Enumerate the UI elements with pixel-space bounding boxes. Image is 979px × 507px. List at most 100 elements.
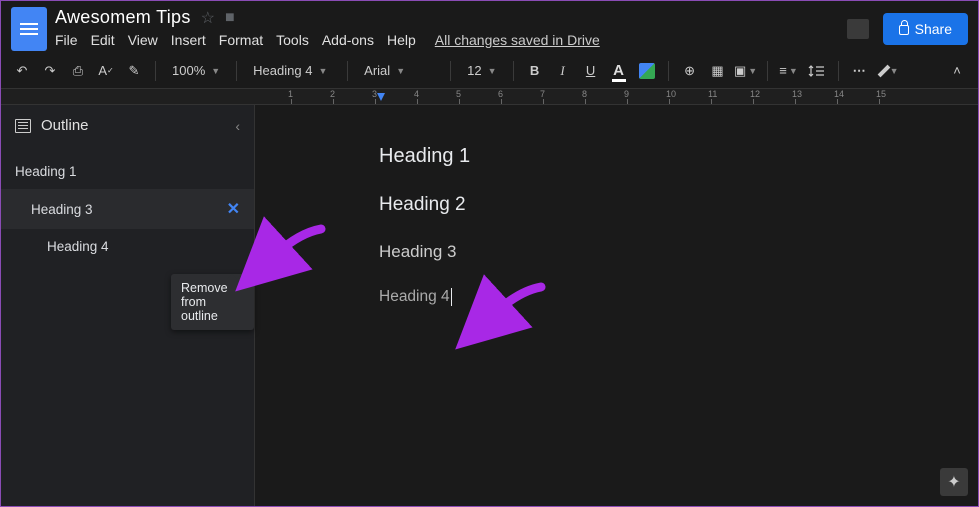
document-page[interactable]: Heading 1 Heading 2 Heading 3 Heading 4 bbox=[379, 145, 879, 332]
highlight-button[interactable] bbox=[636, 60, 658, 82]
outline-item-label: Heading 3 bbox=[31, 202, 93, 217]
ruler-tick-label: 13 bbox=[792, 89, 802, 99]
font-size-dropdown[interactable]: 12 ▼ bbox=[461, 61, 502, 80]
separator bbox=[838, 61, 839, 81]
title-column: Awesomem Tips ☆ ■ File Edit View Insert … bbox=[55, 7, 847, 48]
style-value: Heading 4 bbox=[253, 63, 312, 78]
undo-button[interactable]: ↶ bbox=[11, 60, 33, 82]
ruler-tick-label: 4 bbox=[414, 89, 419, 99]
heading-1[interactable]: Heading 1 bbox=[379, 145, 879, 168]
ruler-tick-label: 3 bbox=[372, 89, 377, 99]
separator bbox=[347, 61, 348, 81]
spellcheck-button[interactable]: A✓ bbox=[95, 60, 117, 82]
separator bbox=[668, 61, 669, 81]
outline-icon bbox=[15, 119, 31, 133]
menu-tools[interactable]: Tools bbox=[276, 32, 309, 48]
explore-button[interactable]: ✦ bbox=[940, 468, 968, 496]
remove-from-outline-button[interactable]: ✕ bbox=[227, 199, 240, 219]
menu-help[interactable]: Help bbox=[387, 32, 416, 48]
zoom-dropdown[interactable]: 100% ▼ bbox=[166, 61, 226, 80]
more-button[interactable]: ⋯ bbox=[849, 60, 871, 82]
tooltip: Remove from outline bbox=[171, 274, 254, 330]
annotation-arrow-icon bbox=[483, 281, 545, 325]
menu-insert[interactable]: Insert bbox=[171, 32, 206, 48]
editing-mode-button[interactable]: ▼ bbox=[877, 60, 899, 82]
italic-button[interactable]: I bbox=[552, 60, 574, 82]
insert-comment-button[interactable]: ▦ bbox=[707, 60, 729, 82]
collapse-outline-button[interactable]: ‹ bbox=[235, 118, 240, 134]
font-value: Arial bbox=[364, 63, 390, 78]
docs-logo-icon[interactable] bbox=[11, 7, 47, 51]
ruler-tick-label: 12 bbox=[750, 89, 760, 99]
expand-up-button[interactable]: ˄ bbox=[946, 60, 968, 82]
ruler-tick-label: 5 bbox=[456, 89, 461, 99]
style-dropdown[interactable]: Heading 4 ▼ bbox=[247, 61, 337, 80]
outline-list: Heading 1 Heading 3 ✕ Heading 4 bbox=[1, 146, 254, 264]
outline-header: Outline ‹ bbox=[1, 105, 254, 146]
toolbar: ↶ ↷ ⎙ A✓ ✎ 100% ▼ Heading 4 ▼ Arial ▼ 12 ▼ B… bbox=[1, 53, 978, 89]
outline-title: Outline bbox=[41, 117, 89, 134]
folder-icon[interactable]: ■ bbox=[225, 9, 235, 27]
star-icon[interactable]: ☆ bbox=[201, 8, 215, 28]
menu-edit[interactable]: Edit bbox=[91, 32, 115, 48]
outline-panel: Outline ‹ Heading 1 Heading 3 ✕ Heading … bbox=[1, 105, 255, 506]
insert-image-button[interactable]: ▣▼ bbox=[735, 60, 757, 82]
ruler-tick-label: 14 bbox=[834, 89, 844, 99]
comments-icon[interactable] bbox=[847, 19, 869, 39]
chevron-down-icon: ▼ bbox=[211, 66, 220, 76]
separator bbox=[450, 61, 451, 81]
font-size-value: 12 bbox=[467, 63, 481, 78]
chevron-down-icon: ▼ bbox=[318, 66, 327, 76]
underline-button[interactable]: U bbox=[580, 60, 602, 82]
ruler-tick-label: 15 bbox=[876, 89, 886, 99]
redo-button[interactable]: ↷ bbox=[39, 60, 61, 82]
document-area[interactable]: Heading 1 Heading 2 Heading 3 Heading 4 bbox=[255, 105, 978, 506]
ruler-tick-label: 8 bbox=[582, 89, 587, 99]
menu-format[interactable]: Format bbox=[219, 32, 263, 48]
lock-icon bbox=[899, 25, 909, 35]
annotation-arrow-icon bbox=[263, 223, 325, 267]
title-bar: Awesomem Tips ☆ ■ File Edit View Insert … bbox=[1, 1, 978, 53]
ruler[interactable]: 1 2 3 4 5 6 7 8 9 10 11 12 13 14 15 bbox=[1, 89, 978, 105]
ruler-tick-label: 11 bbox=[708, 89, 717, 99]
ruler-tick-label: 1 bbox=[288, 89, 293, 99]
menu-bar: File Edit View Insert Format Tools Add-o… bbox=[55, 32, 847, 48]
ruler-tick-label: 2 bbox=[330, 89, 335, 99]
separator bbox=[236, 61, 237, 81]
print-button[interactable]: ⎙ bbox=[67, 60, 89, 82]
share-button[interactable]: Share bbox=[883, 13, 968, 45]
outline-item-label: Heading 4 bbox=[47, 239, 109, 254]
outline-item[interactable]: Heading 3 ✕ bbox=[1, 189, 254, 229]
chevron-down-icon: ▼ bbox=[488, 66, 497, 76]
ruler-tick-label: 7 bbox=[540, 89, 545, 99]
heading-3[interactable]: Heading 3 bbox=[379, 242, 879, 262]
separator bbox=[155, 61, 156, 81]
separator bbox=[513, 61, 514, 81]
ruler-ticks: 1 2 3 4 5 6 7 8 9 10 11 12 13 14 15 bbox=[291, 89, 978, 104]
heading-4[interactable]: Heading 4 bbox=[379, 288, 879, 306]
zoom-value: 100% bbox=[172, 63, 205, 78]
paint-format-button[interactable]: ✎ bbox=[123, 60, 145, 82]
align-button[interactable]: ≡▼ bbox=[778, 60, 800, 82]
save-status[interactable]: All changes saved in Drive bbox=[435, 32, 600, 48]
insert-link-button[interactable]: ⊕ bbox=[679, 60, 701, 82]
bold-button[interactable]: B bbox=[524, 60, 546, 82]
outline-item[interactable]: Heading 4 bbox=[1, 229, 254, 264]
ruler-tick-label: 9 bbox=[624, 89, 629, 99]
menu-file[interactable]: File bbox=[55, 32, 78, 48]
text-color-button[interactable]: A bbox=[608, 60, 630, 82]
ruler-tick-label: 10 bbox=[666, 89, 676, 99]
separator bbox=[767, 61, 768, 81]
tooltip-label: Remove from outline bbox=[181, 281, 228, 323]
menu-view[interactable]: View bbox=[128, 32, 158, 48]
ruler-tick-label: 6 bbox=[498, 89, 503, 99]
document-title[interactable]: Awesomem Tips bbox=[55, 7, 191, 28]
font-dropdown[interactable]: Arial ▼ bbox=[358, 61, 440, 80]
chevron-down-icon: ▼ bbox=[396, 66, 405, 76]
menu-addons[interactable]: Add-ons bbox=[322, 32, 374, 48]
line-spacing-button[interactable] bbox=[806, 60, 828, 82]
text-cursor bbox=[451, 288, 452, 306]
heading-4-text: Heading 4 bbox=[379, 288, 450, 305]
outline-item[interactable]: Heading 1 bbox=[1, 154, 254, 189]
heading-2[interactable]: Heading 2 bbox=[379, 194, 879, 216]
